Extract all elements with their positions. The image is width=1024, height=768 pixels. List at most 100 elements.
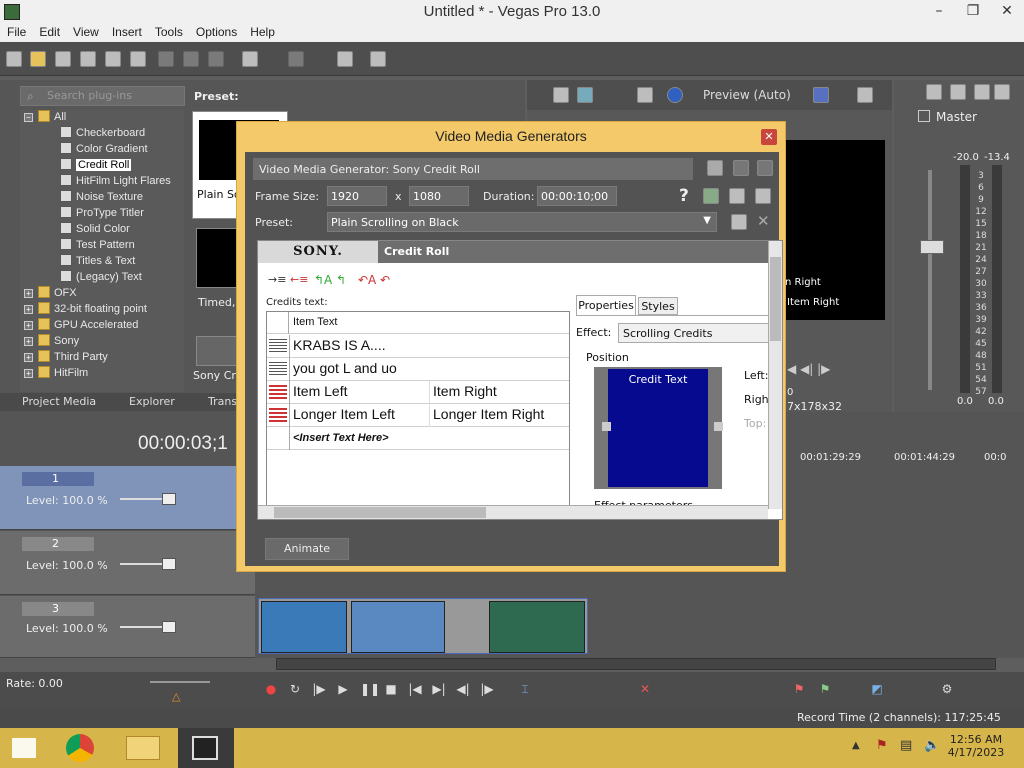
cut-icon[interactable] (158, 51, 174, 67)
preview-settings-icon[interactable] (553, 87, 569, 103)
new-icon[interactable] (6, 51, 22, 67)
collapse-icon[interactable]: − (24, 113, 33, 122)
track-1[interactable]: 1 Level: 100.0 % (0, 466, 255, 530)
master-fader[interactable] (920, 240, 944, 254)
menu-insert[interactable]: Insert (105, 24, 148, 39)
rate-slider[interactable] (150, 681, 210, 683)
expand-icon[interactable]: + (24, 353, 33, 362)
tab-properties[interactable]: Properties (576, 295, 636, 315)
add-line-icon[interactable]: →≡ (268, 273, 286, 287)
tree-item[interactable]: Noise Texture (60, 190, 143, 206)
tree-item[interactable]: ProType Titler (60, 206, 144, 222)
copy-snapshot-icon[interactable] (857, 87, 873, 103)
expand-icon[interactable]: + (24, 369, 33, 378)
credit-left-text[interactable]: Item Left (293, 383, 347, 399)
search-plugins-input[interactable]: ⌕ Search plug-ins (20, 86, 185, 106)
track-3-level-slider[interactable] (162, 621, 176, 633)
tree-folder[interactable]: + Sony (24, 334, 79, 350)
overlay-icon[interactable] (667, 87, 683, 103)
tree-item[interactable]: Test Pattern (60, 238, 135, 254)
pause-icon[interactable]: ❚❚ (360, 682, 380, 696)
minimize-button[interactable]: – (922, 0, 956, 24)
menu-edit[interactable]: Edit (32, 24, 66, 39)
master-settings-icon[interactable] (994, 84, 1010, 100)
marker-icon[interactable]: ⚑ (792, 682, 806, 696)
frame-height-input[interactable]: 1080 (409, 186, 469, 206)
frame-width-input[interactable]: 1920 (327, 186, 387, 206)
animate-button[interactable]: Animate (265, 538, 349, 560)
menu-options[interactable]: Options (189, 24, 243, 39)
timeline-scrollbar[interactable] (276, 658, 996, 670)
edit-tool-icon[interactable] (337, 51, 353, 67)
whats-this-icon[interactable] (370, 51, 386, 67)
sync-cursor-icon[interactable] (703, 188, 719, 204)
duration-input[interactable]: 00:00:10;00 (537, 186, 617, 206)
show-hidden-icons-icon[interactable]: ▲ (852, 740, 860, 751)
tree-item[interactable]: Solid Color (60, 222, 130, 238)
tree-item[interactable]: (Legacy) Text (60, 270, 142, 286)
credit-row[interactable]: Item Left Item Right (267, 381, 569, 404)
file-explorer-taskbar-icon[interactable] (118, 728, 168, 768)
preview-nav-icons[interactable]: ◀ ◀| |▶ (787, 362, 830, 376)
render-icon[interactable] (130, 51, 146, 67)
tree-item[interactable]: Checkerboard (60, 126, 145, 142)
network-icon[interactable]: ▤ (900, 738, 912, 753)
maximize-button[interactable]: ❐ (956, 0, 990, 24)
go-to-start-icon[interactable]: |◀ (408, 682, 422, 696)
credit-row[interactable]: you got L and uo (267, 358, 569, 381)
tab-explorer[interactable]: Explorer (129, 395, 175, 408)
track-3[interactable]: 3 Level: 100.0 % (0, 596, 255, 658)
layout-grid-icon[interactable] (757, 160, 773, 176)
expand-icon[interactable]: + (24, 321, 33, 330)
split-screen-icon[interactable] (637, 87, 653, 103)
credit-right-text[interactable]: Longer Item Right (433, 406, 544, 422)
position-handle-right[interactable] (714, 422, 723, 431)
expand-icon[interactable]: + (24, 305, 33, 314)
action-center-icon[interactable]: ⚑ (876, 738, 888, 753)
credit-left-text[interactable]: you got L and uo (293, 360, 397, 376)
copy-icon[interactable] (183, 51, 199, 67)
master-fx-icon[interactable] (950, 84, 966, 100)
tab-project-media[interactable]: Project Media (22, 395, 96, 408)
help-icon[interactable]: ? (679, 186, 689, 206)
redo-icon[interactable] (288, 51, 304, 67)
tree-folder[interactable]: − All (24, 110, 66, 126)
track-2-level-slider[interactable] (162, 558, 176, 570)
save-as-icon[interactable] (80, 51, 96, 67)
play-from-start-icon[interactable]: |▶ (312, 682, 326, 696)
properties-icon[interactable] (105, 51, 121, 67)
tree-item[interactable]: Titles & Text (60, 254, 135, 270)
video-event-clips[interactable] (258, 598, 588, 654)
clip-thumbnail[interactable] (489, 601, 585, 653)
position-handle-left[interactable] (602, 422, 611, 431)
tree-item[interactable]: HitFilm Light Flares (60, 174, 171, 190)
clip-thumbnail[interactable] (261, 601, 347, 653)
credit-row[interactable]: <Insert Text Here> (267, 427, 569, 450)
external-monitor-icon[interactable] (577, 87, 593, 103)
credit-left-text[interactable]: Longer Item Left (293, 406, 395, 422)
credit-left-text[interactable]: <Insert Text Here> (293, 432, 389, 444)
dialog-close-button[interactable]: ✕ (761, 129, 777, 145)
vegas-taskbar-icon[interactable] (178, 728, 234, 768)
chooser-icon[interactable] (755, 188, 771, 204)
start-button[interactable] (0, 728, 50, 768)
lock-envelopes-icon[interactable]: ⚙ (940, 682, 954, 696)
layout-alt-icon[interactable] (733, 160, 749, 176)
insert-text-icon[interactable]: ↰ (336, 273, 354, 287)
credit-row[interactable]: KRABS IS A.... (267, 335, 569, 358)
prev-frame-icon[interactable]: ◀| (456, 682, 470, 696)
credit-left-text[interactable]: KRABS IS A.... (293, 337, 386, 353)
loop-icon[interactable]: ↻ (288, 682, 302, 696)
effect-dropdown[interactable]: Scrolling Credits (618, 323, 770, 343)
credit-text-box[interactable]: Credit Text (608, 369, 708, 487)
menu-view[interactable]: View (66, 24, 105, 39)
tree-folder[interactable]: +32-bit floating point (24, 302, 147, 318)
record-icon[interactable]: ● (264, 682, 278, 696)
track-2[interactable]: 2 Level: 100.0 % (0, 531, 255, 595)
save-preset-icon[interactable] (731, 214, 747, 230)
auto-ripple-icon[interactable]: ◩ (870, 682, 884, 696)
tree-item[interactable]: Credit Roll (60, 158, 132, 174)
tab-styles[interactable]: Styles (638, 297, 678, 315)
editor-horizontal-scrollbar[interactable] (258, 505, 768, 519)
preset-dropdown[interactable]: Plain Scrolling on Black ▼ (327, 212, 717, 232)
